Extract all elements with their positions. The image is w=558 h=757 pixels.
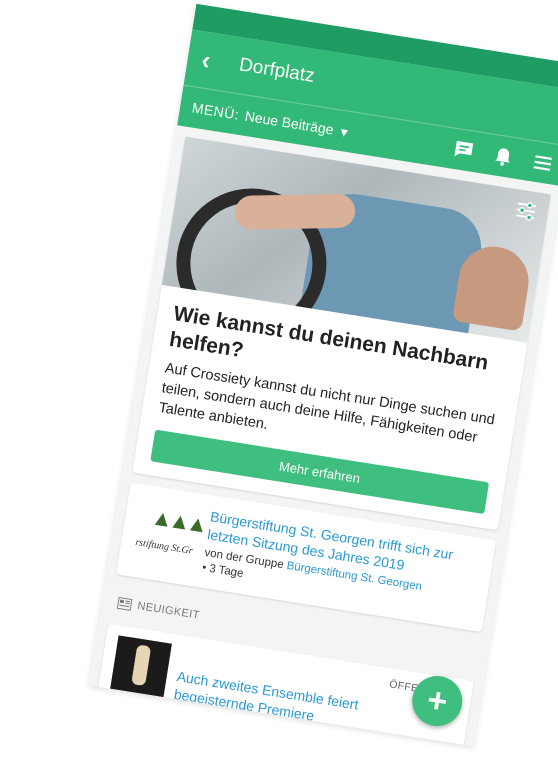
back-icon[interactable]: ‹: [199, 44, 230, 76]
page-title: Dorfplatz: [237, 54, 317, 87]
group-logo-text: rstiftung St.Gr: [134, 536, 194, 557]
filter-sliders-icon[interactable]: [512, 197, 539, 224]
hero-card: Wie kannst du deinen Nachbarn helfen? Au…: [132, 136, 551, 531]
phone-screen: ‹ Dorfplatz MENÜ: Neue Beiträge ▼ Wie ka…: [88, 3, 558, 747]
menu-dropdown[interactable]: Neue Beiträge ▼: [244, 108, 352, 140]
chat-icon[interactable]: [451, 138, 476, 163]
newspaper-icon: [116, 596, 133, 611]
news-thumbnail: [110, 635, 172, 698]
menu-selected-value: Neue Beiträge: [243, 107, 335, 138]
menu-label: MENÜ:: [190, 99, 241, 123]
hamburger-menu-icon[interactable]: [530, 150, 555, 175]
toolbar-icons: [451, 138, 555, 176]
chevron-down-icon: ▼: [337, 124, 352, 141]
group-logo: ▲▲▲ rstiftung St.Gr: [130, 496, 206, 568]
section-label: NEUIGKEIT: [136, 600, 201, 622]
bell-icon[interactable]: [491, 144, 516, 169]
